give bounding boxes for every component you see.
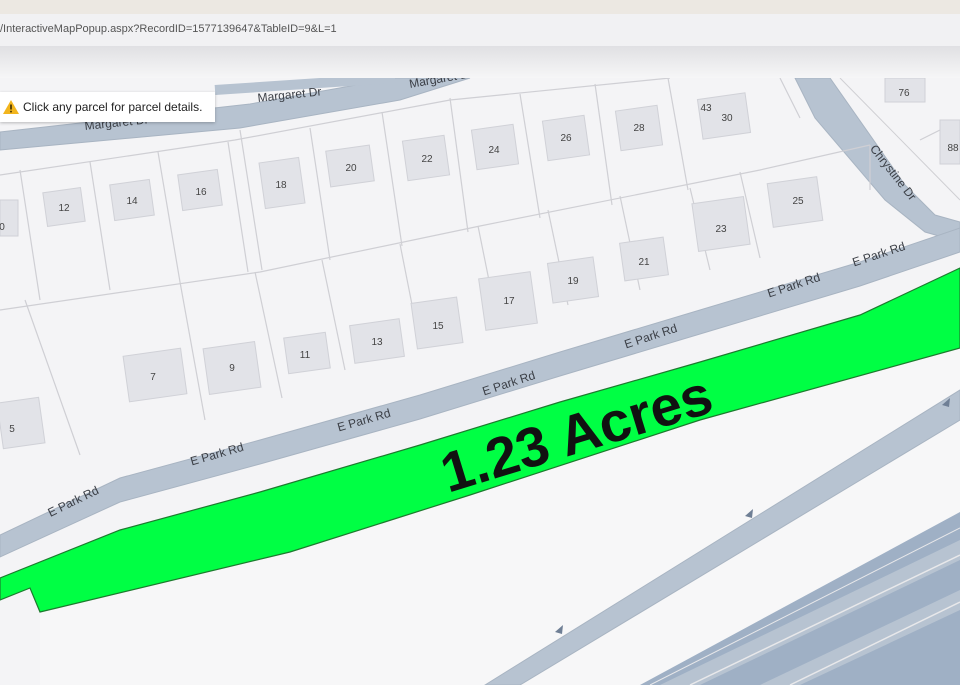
lot-number[interactable]: 24 xyxy=(488,145,500,156)
lot-number[interactable]: 18 xyxy=(275,180,287,191)
lot-number[interactable]: 5 xyxy=(9,424,15,435)
lot-number[interactable]: 26 xyxy=(560,133,572,144)
lot-number[interactable]: 88 xyxy=(947,143,959,154)
parcel-hint-banner: Click any parcel for parcel details. xyxy=(0,92,215,122)
lot-number[interactable]: 22 xyxy=(421,154,433,165)
address-bar[interactable]: /InteractiveMapPopup.aspx?RecordID=15771… xyxy=(0,14,960,47)
lot-number[interactable]: 14 xyxy=(126,196,138,207)
lot-number[interactable]: 17 xyxy=(503,296,515,307)
lot-number[interactable]: 15 xyxy=(432,321,444,332)
lot-number[interactable]: 11 xyxy=(300,350,311,361)
lot-number[interactable]: 0 xyxy=(0,222,5,233)
lot-number[interactable]: 30 xyxy=(721,113,733,124)
lot-number[interactable]: 76 xyxy=(898,88,910,99)
lot-number[interactable]: 9 xyxy=(229,363,235,374)
lot-number[interactable]: 23 xyxy=(715,224,727,235)
lot-number[interactable]: 25 xyxy=(792,196,804,207)
lot-number[interactable]: 28 xyxy=(633,123,645,134)
lot-number[interactable]: 7 xyxy=(150,372,156,383)
lot-number[interactable]: 16 xyxy=(195,187,207,198)
url-text: /InteractiveMapPopup.aspx?RecordID=15771… xyxy=(0,23,337,35)
window-top-strip xyxy=(0,0,960,14)
lot-number[interactable]: 12 xyxy=(58,203,70,214)
map-canvas[interactable]: 1.23 Acres Margaret Dr Margaret Dr Marga… xyxy=(0,78,960,685)
hint-text: Click any parcel for parcel details. xyxy=(23,100,203,114)
toolbar-shadow xyxy=(0,46,960,78)
lot-number[interactable]: 20 xyxy=(345,163,357,174)
lot-number[interactable]: 19 xyxy=(567,276,579,287)
warning-icon xyxy=(3,100,19,114)
lot-number[interactable]: 21 xyxy=(638,257,650,268)
map-view[interactable]: 1.23 Acres Margaret Dr Margaret Dr Marga… xyxy=(0,78,960,685)
lot-number[interactable]: 13 xyxy=(371,337,383,348)
lot-number[interactable]: 43 xyxy=(700,103,712,114)
